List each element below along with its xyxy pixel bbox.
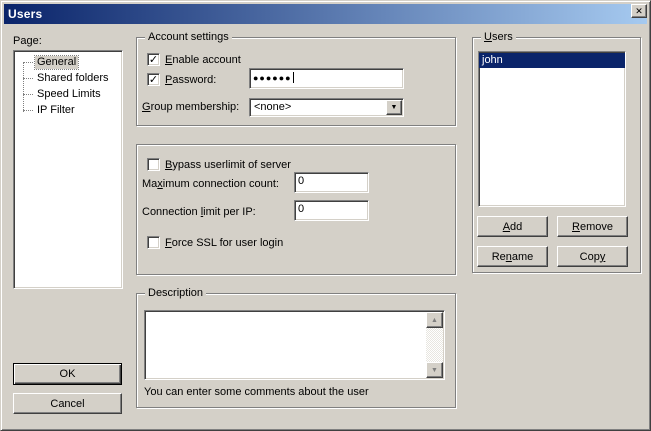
ip-limit-value: 0 <box>298 203 304 215</box>
tree-item-speed-limits[interactable]: Speed Limits <box>14 86 122 102</box>
close-button[interactable]: ✕ <box>631 4 647 18</box>
group-membership-value: <none> <box>254 101 291 113</box>
bypass-userlimit-label[interactable]: Bypass userlimit of server <box>165 159 291 171</box>
users-dialog: Users ✕ Page: General Shared folders Spe… <box>0 0 651 431</box>
tree-item-ip-filter[interactable]: IP Filter <box>14 102 122 118</box>
description-title: Description <box>145 287 206 299</box>
ok-button[interactable]: OK <box>13 363 122 385</box>
copy-user-button[interactable]: Copy <box>557 246 628 267</box>
force-ssl-checkbox[interactable] <box>147 236 160 249</box>
text-caret <box>293 72 294 83</box>
tree-item-general[interactable]: General <box>14 54 122 70</box>
cancel-button[interactable]: Cancel <box>13 393 122 414</box>
title-bar[interactable]: Users <box>4 4 647 24</box>
password-label[interactable]: Password: <box>165 74 216 86</box>
max-connection-value: 0 <box>298 175 304 187</box>
password-value: ●●●●●● <box>253 73 292 83</box>
description-scrollbar[interactable]: ▲ ▼ <box>426 312 443 378</box>
ip-limit-input[interactable]: 0 <box>294 200 369 221</box>
close-icon: ✕ <box>635 7 643 16</box>
user-list-item[interactable]: john <box>479 53 625 68</box>
ip-limit-label: Connection limit per IP: <box>142 206 256 218</box>
max-connection-input[interactable]: 0 <box>294 172 369 193</box>
checkmark-icon: ✓ <box>149 55 158 66</box>
enable-account-checkbox[interactable]: ✓ <box>147 53 160 66</box>
users-list[interactable]: john <box>478 51 626 207</box>
description-textarea[interactable]: ▲ ▼ <box>144 310 445 380</box>
remove-user-button[interactable]: Remove <box>557 216 628 237</box>
description-hint: You can enter some comments about the us… <box>144 386 369 398</box>
bypass-userlimit-checkbox[interactable] <box>147 158 160 171</box>
page-label: Page: <box>13 35 42 47</box>
account-settings-title: Account settings <box>145 31 232 43</box>
add-user-button[interactable]: Add <box>477 216 548 237</box>
checkmark-icon: ✓ <box>149 75 158 86</box>
rename-user-button[interactable]: Rename <box>477 246 548 267</box>
dropdown-button[interactable]: ▼ <box>386 100 402 115</box>
force-ssl-label[interactable]: Force SSL for user login <box>165 237 283 249</box>
max-connection-label: Maximum connection count: <box>142 178 279 190</box>
scroll-up-button[interactable]: ▲ <box>426 312 443 328</box>
tree-item-shared-folders[interactable]: Shared folders <box>14 70 122 86</box>
page-tree[interactable]: General Shared folders Speed Limits IP F… <box>13 50 123 289</box>
chevron-down-icon: ▼ <box>391 104 398 111</box>
password-checkbox[interactable]: ✓ <box>147 73 160 86</box>
password-input[interactable]: ●●●●●● <box>249 68 404 89</box>
scroll-down-icon: ▼ <box>431 367 438 374</box>
group-membership-label: Group membership: <box>142 101 239 113</box>
scroll-up-icon: ▲ <box>431 317 438 324</box>
group-membership-select[interactable]: <none> ▼ <box>249 98 404 117</box>
description-value <box>145 309 151 323</box>
window-title: Users <box>8 7 42 21</box>
users-group-title: Users <box>481 31 516 43</box>
enable-account-label[interactable]: Enable account <box>165 54 241 66</box>
scroll-down-button[interactable]: ▼ <box>426 362 443 378</box>
